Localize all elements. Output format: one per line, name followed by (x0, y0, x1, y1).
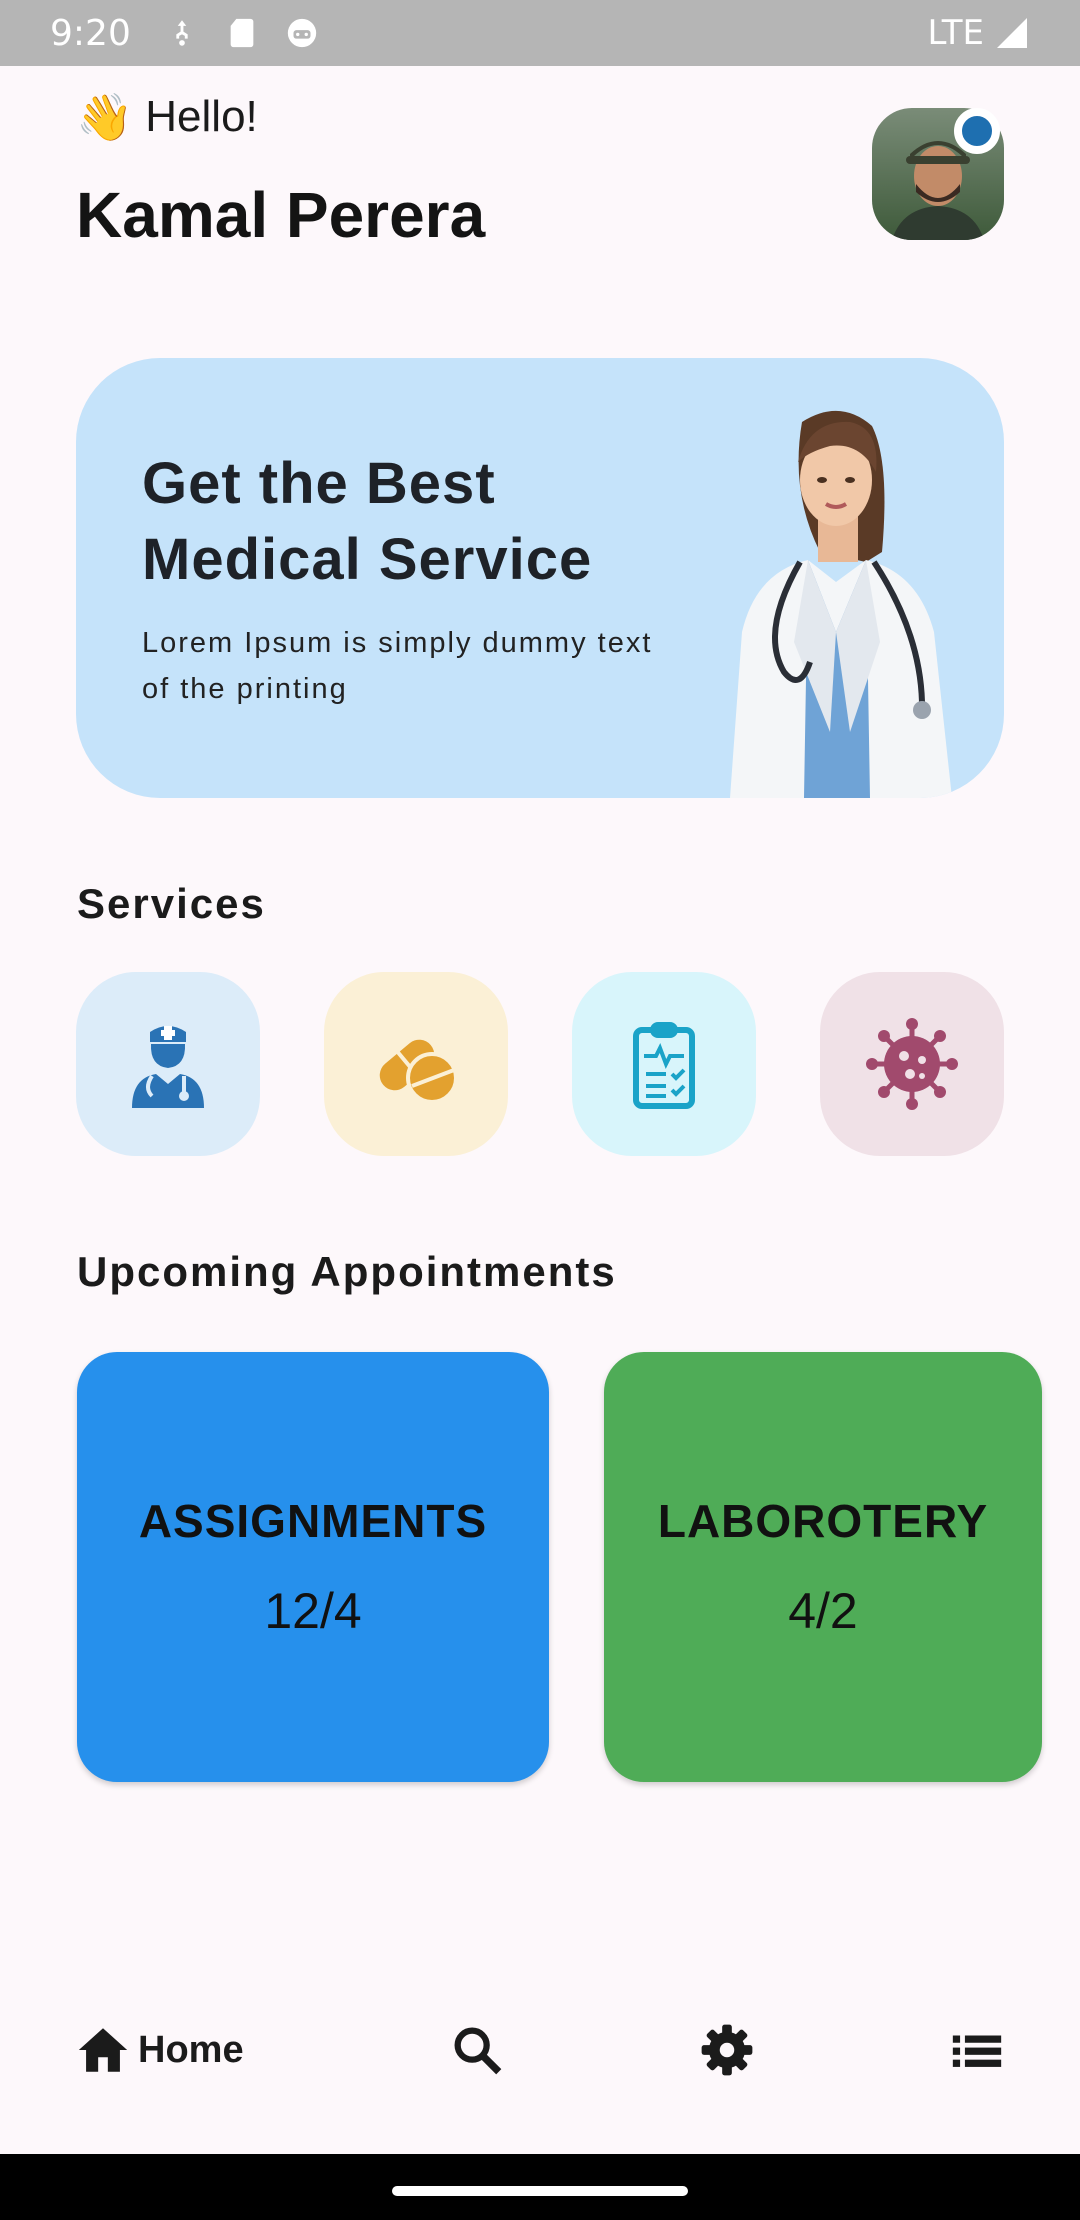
clipboard-icon (633, 1022, 695, 1109)
assignments-label: ASSIGNMENTS (138, 1495, 488, 1547)
appointments-title: Upcoming Appointments (77, 1248, 617, 1295)
usb-debug-icon (176, 20, 188, 46)
search-icon (454, 2027, 502, 2075)
hero-title: Get the Best Medical Service (142, 451, 593, 592)
network-type: LTE (927, 13, 984, 53)
service-reports[interactable] (572, 972, 756, 1156)
online-status-dot (954, 108, 1000, 154)
hero-banner[interactable]: Get the Best Medical Service Lorem Ipsum… (76, 358, 1004, 798)
user-name: Kamal Perera (76, 179, 486, 251)
nav-home[interactable]: Home (74, 1990, 244, 2110)
bottom-nav: Home (0, 1990, 1080, 2110)
status-notification-icons (165, 16, 319, 50)
nav-home-label: Home (138, 2028, 244, 2071)
laboratory-card[interactable]: LABOROTERY 4/2 (604, 1352, 1042, 1782)
hero-subtitle: Lorem Ipsum is simply dummy text of the … (142, 627, 653, 705)
signal-icon (997, 18, 1027, 48)
status-time: 9:20 (50, 12, 131, 54)
services-title: Services (77, 880, 266, 927)
laboratory-label: LABOROTERY (657, 1495, 989, 1547)
settings-icon (701, 2024, 753, 2076)
assignments-value: 12/4 (264, 1583, 362, 1639)
android-icon (287, 18, 317, 48)
list-icon (952, 2035, 1002, 2067)
doctor-illustration (730, 410, 952, 798)
home-gesture-handle[interactable] (392, 2186, 688, 2196)
home-icon (78, 2028, 128, 2072)
nav-search[interactable] (448, 1990, 506, 2110)
greeting: 👋 Hello! (76, 92, 258, 142)
wave-hand-icon: 👋 (76, 91, 134, 143)
service-virus[interactable] (820, 972, 1004, 1156)
pills-icon (379, 1039, 458, 1104)
status-right: LTE (927, 13, 1030, 53)
assignments-card[interactable]: ASSIGNMENTS 12/4 (77, 1352, 549, 1782)
nav-settings[interactable] (698, 1990, 756, 2110)
service-pharmacy[interactable] (324, 972, 508, 1156)
laboratory-value: 4/2 (788, 1583, 858, 1639)
greeting-text: Hello! (145, 92, 258, 141)
virus-icon (866, 1018, 958, 1110)
service-doctor[interactable] (76, 972, 260, 1156)
doctor-icon (132, 1026, 204, 1108)
status-bar: 9:20 LTE (0, 0, 1080, 66)
sd-card-icon (230, 18, 254, 48)
nav-list[interactable] (948, 1990, 1006, 2110)
